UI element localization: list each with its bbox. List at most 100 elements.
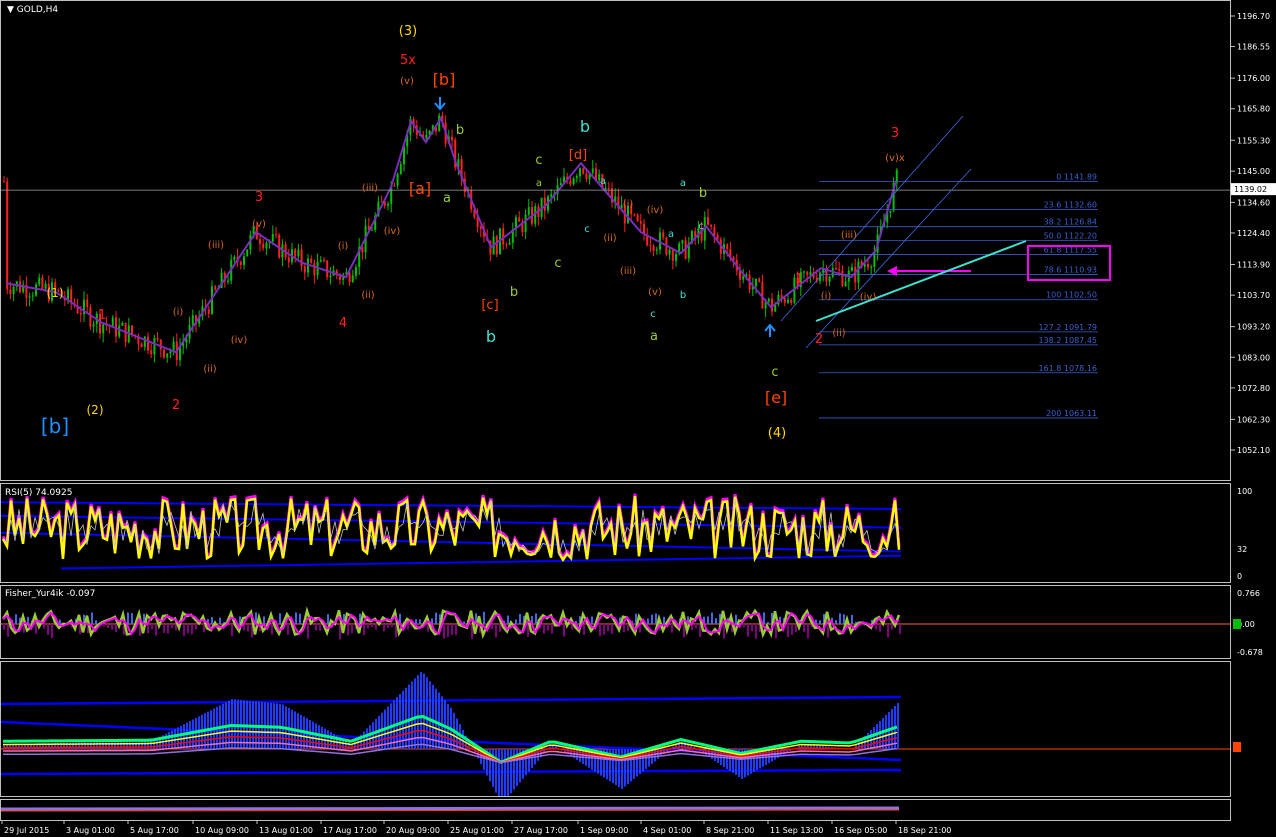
fisher-histogram-bar xyxy=(59,619,61,624)
time-axis-label: 1 Sep 09:00 xyxy=(580,826,628,835)
osc-histogram-bar xyxy=(372,722,374,749)
candle-body xyxy=(118,325,121,337)
osc-histogram-bar xyxy=(618,749,620,788)
candle-body xyxy=(371,229,373,231)
fisher-histogram-bar xyxy=(151,624,153,630)
fisher-histogram-bar xyxy=(391,624,393,628)
fisher-histogram-bar xyxy=(7,624,9,637)
osc-histogram-bar xyxy=(498,749,500,796)
price-axis-label: 1113.90 xyxy=(1237,261,1270,270)
wave-label: (iii) xyxy=(841,230,857,241)
wave-label: a xyxy=(668,229,674,240)
fib-level-label: 138.2 1087.45 xyxy=(1038,336,1097,345)
fisher-histogram-bar xyxy=(563,624,565,637)
fisher-histogram-bar xyxy=(443,624,445,639)
candle-body xyxy=(140,343,143,348)
candle-body xyxy=(348,272,351,283)
fisher-histogram-bar xyxy=(447,624,449,637)
wave-label: c xyxy=(698,221,704,232)
candle-body xyxy=(806,271,809,275)
candle-body xyxy=(707,217,709,225)
candle-body xyxy=(671,249,674,261)
wave-label: (iii) xyxy=(208,240,224,251)
candle-body xyxy=(755,278,757,287)
candle-body xyxy=(870,266,873,268)
candle-body xyxy=(262,243,265,249)
fisher-histogram-bar xyxy=(735,614,737,624)
price-chart-svg: 0 1141.89 23.6 1132.60 38.2 1126.84 50.0 11… xyxy=(1,24,1230,441)
osc-histogram-bar xyxy=(312,721,314,749)
candle-body xyxy=(681,240,684,244)
candle-body xyxy=(111,317,114,327)
fisher-histogram-bar xyxy=(723,624,725,639)
price-axis-label: 1165.80 xyxy=(1237,105,1270,114)
fisher-pane[interactable]: Fisher_Yur4ik -0.097 xyxy=(0,585,1231,659)
candle-body xyxy=(582,168,585,174)
price-chart-pane[interactable]: ▼ GOLD,H4 0 1141.89 23.6 1132.60 38.2 1126… xyxy=(0,0,1231,481)
fisher-histogram-bar xyxy=(131,613,133,624)
oscillator-pane[interactable] xyxy=(0,661,1231,797)
time-axis-label: 3 Aug 01:00 xyxy=(66,826,115,835)
candle-body xyxy=(297,249,300,257)
candle-body xyxy=(591,168,594,173)
fib-level-label: 0 1141.89 xyxy=(1056,173,1097,182)
wave-label: 1 xyxy=(98,308,106,323)
price-axis-label: 1186.55 xyxy=(1237,42,1270,51)
price-axis-label: 1083.00 xyxy=(1237,353,1270,362)
fisher-histogram-bar xyxy=(363,624,365,636)
fisher-svg xyxy=(1,606,1230,640)
candle-body xyxy=(425,134,428,139)
rsi-axis-label: 32 xyxy=(1237,545,1247,554)
fisher-histogram-bar xyxy=(683,624,685,638)
down-arrow-icon xyxy=(434,97,446,111)
wave-label: a xyxy=(600,176,606,187)
candle-body xyxy=(329,275,332,278)
wave-label: [e] xyxy=(765,388,787,407)
candle-body xyxy=(844,281,847,286)
wave-label: c xyxy=(650,309,656,320)
fisher-histogram-bar xyxy=(455,624,457,636)
wave-label: c xyxy=(554,256,561,271)
wave-label: (iv) xyxy=(231,335,248,346)
wave-label: (i) xyxy=(623,199,634,210)
fib-level-label: 50.0 1122.20 xyxy=(1044,232,1097,241)
fisher-histogram-bar xyxy=(887,624,889,638)
wave-label: [c] xyxy=(481,298,498,313)
candle-body xyxy=(841,270,844,286)
fisher-histogram-bar xyxy=(183,624,185,637)
price-axis-label: 1196.70 xyxy=(1237,12,1270,21)
candle-body xyxy=(451,136,453,140)
wave-label: (2) xyxy=(87,403,104,417)
osc-histogram-bar xyxy=(189,721,191,749)
fib-level-label: 200 1063.11 xyxy=(1046,409,1097,418)
candle-body xyxy=(527,207,530,215)
wave-label: 3 xyxy=(891,126,899,141)
candle-body xyxy=(543,197,546,211)
wave-label: [b] xyxy=(433,70,456,89)
fisher-histogram-bar xyxy=(543,624,545,634)
time-axis-label: 29 Jul 2015 xyxy=(4,826,49,835)
osc-histogram-bar xyxy=(375,718,377,749)
fisher-histogram-bar xyxy=(803,624,805,632)
wave-label: 5x xyxy=(400,53,416,68)
fisher-histogram-bar xyxy=(499,624,501,632)
wave-label: (iii) xyxy=(620,266,636,277)
fisher-histogram-bar xyxy=(791,624,793,635)
wave-label: (iv) xyxy=(860,292,877,303)
osc-histogram-bar xyxy=(192,719,194,749)
wave-label: b xyxy=(699,186,707,201)
price-axis-label: 1176.00 xyxy=(1237,74,1270,83)
candle-body xyxy=(655,249,658,251)
candle-body xyxy=(668,249,671,255)
fisher-histogram-bar xyxy=(647,618,649,624)
candle-body xyxy=(79,312,82,315)
wave-label: [d] xyxy=(569,148,587,163)
rsi-pane[interactable]: RSI(5) 74.0925 xyxy=(0,483,1231,583)
fisher-histogram-bar xyxy=(451,624,453,635)
fisher-histogram-bar xyxy=(699,624,701,638)
time-axis-label: 17 Aug 17:00 xyxy=(323,826,377,835)
candle-body xyxy=(259,239,261,244)
bottom-indicator-pane[interactable] xyxy=(0,799,1231,821)
time-axis: 29 Jul 2015 3 Aug 01:00 5 Aug 17:00 10 Aug … xyxy=(1,821,951,835)
osc-histogram-bar xyxy=(441,696,443,749)
